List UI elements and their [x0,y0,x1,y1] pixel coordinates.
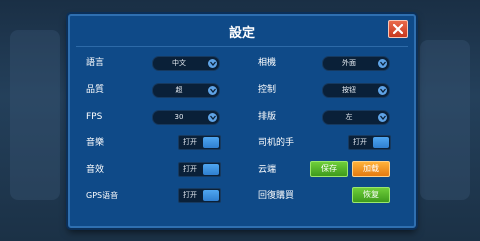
sound-label: 音效 [86,165,105,175]
music-label: 音樂 [86,138,105,148]
cloud-label: 云端 [258,165,277,175]
toggle-knob [203,137,219,148]
chevron-down-icon [378,113,387,122]
sound-toggle[interactable]: 打开 [178,162,221,177]
quality-select[interactable]: 超 [152,83,220,98]
sound-toggle-label: 打开 [183,165,197,173]
toggle-knob [203,190,219,201]
gps-voice-label: GPS语音 [86,191,119,200]
fps-select[interactable]: 30 [152,110,220,125]
language-value: 中文 [172,59,186,67]
layout-select[interactable]: 左 [322,110,390,125]
driver-hand-toggle[interactable]: 打开 [348,135,391,150]
chevron-down-icon [208,113,217,122]
chevron-down-icon [378,86,387,95]
driver-hand-toggle-label: 打开 [353,138,367,146]
language-label: 語言 [86,58,105,68]
camera-value: 外面 [342,59,356,67]
chevron-down-icon [208,86,217,95]
background-scene-right [420,40,470,200]
toggle-knob [203,164,219,175]
fps-value: 30 [174,113,184,121]
settings-dialog: 設定 語言 中文 品質 超 FPS 30 音樂 打开 音效 打开 GPS语音 打… [68,14,416,228]
driver-hand-label: 司机的手 [258,138,295,148]
background-scene [10,30,60,200]
restore-purchase-label: 回復購買 [258,191,295,201]
control-select[interactable]: 按钮 [322,83,390,98]
language-select[interactable]: 中文 [152,56,220,71]
quality-label: 品質 [86,85,105,95]
control-label: 控制 [258,85,277,95]
load-button[interactable]: 加载 [352,161,390,177]
layout-value: 左 [345,113,353,121]
gps-voice-toggle-label: 打开 [183,191,197,199]
music-toggle-label: 打开 [183,138,197,146]
layout-label: 排版 [258,112,277,122]
chevron-down-icon [208,59,217,68]
quality-value: 超 [175,86,183,94]
toggle-knob [373,137,389,148]
title-divider [76,46,408,47]
music-toggle[interactable]: 打开 [178,135,221,150]
close-button[interactable] [388,20,408,38]
fps-label: FPS [86,112,103,122]
camera-select[interactable]: 外面 [322,56,390,71]
gps-voice-toggle[interactable]: 打开 [178,188,221,203]
close-icon [393,24,403,34]
camera-label: 相機 [258,58,277,68]
save-button[interactable]: 保存 [310,161,348,177]
dialog-title: 設定 [228,26,255,41]
chevron-down-icon [378,59,387,68]
restore-button[interactable]: 恢复 [352,187,390,203]
control-value: 按钮 [342,86,356,94]
